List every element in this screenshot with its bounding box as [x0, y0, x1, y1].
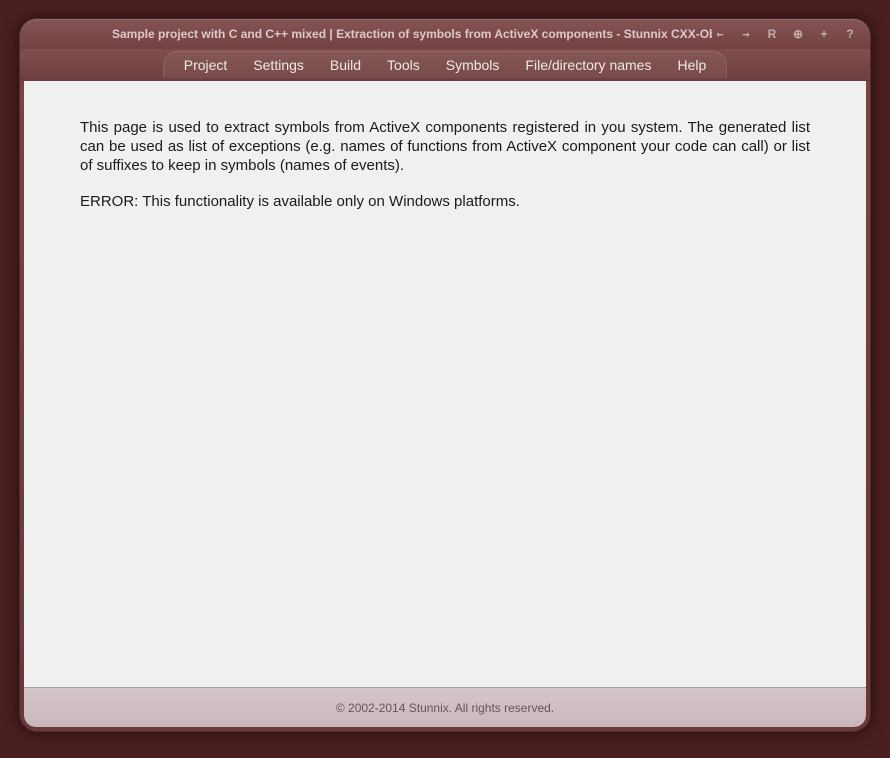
forward-icon[interactable]: → [738, 26, 754, 42]
content-area: This page is used to extract symbols fro… [24, 81, 866, 687]
reload-icon[interactable]: R [764, 26, 780, 42]
copyright-text: © 2002-2014 Stunnix. All rights reserved… [336, 701, 554, 715]
window-title: Sample project with C and C++ mixed | Ex… [112, 27, 712, 41]
menu-symbols[interactable]: Symbols [446, 57, 500, 73]
page-description: This page is used to extract symbols fro… [80, 119, 810, 175]
error-message: ERROR: This functionality is available o… [80, 193, 810, 212]
help-icon[interactable]: ? [842, 26, 858, 42]
titlebar: Sample project with C and C++ mixed | Ex… [20, 19, 870, 49]
footer: © 2002-2014 Stunnix. All rights reserved… [24, 687, 866, 727]
menu-tools[interactable]: Tools [387, 57, 420, 73]
application-window: Sample project with C and C++ mixed | Ex… [19, 18, 871, 732]
menubar: Project Settings Build Tools Symbols Fil… [20, 49, 870, 81]
menu-settings[interactable]: Settings [253, 57, 304, 73]
menubar-inner: Project Settings Build Tools Symbols Fil… [163, 51, 728, 78]
menu-file-directory-names[interactable]: File/directory names [525, 57, 651, 73]
back-icon[interactable]: ← [712, 26, 728, 42]
menu-build[interactable]: Build [330, 57, 361, 73]
plus-icon[interactable]: + [816, 26, 832, 42]
menu-project[interactable]: Project [184, 57, 228, 73]
add-icon[interactable]: ⊕ [790, 26, 806, 42]
menu-help[interactable]: Help [677, 57, 706, 73]
titlebar-controls: ← → R ⊕ + ? [712, 26, 858, 42]
